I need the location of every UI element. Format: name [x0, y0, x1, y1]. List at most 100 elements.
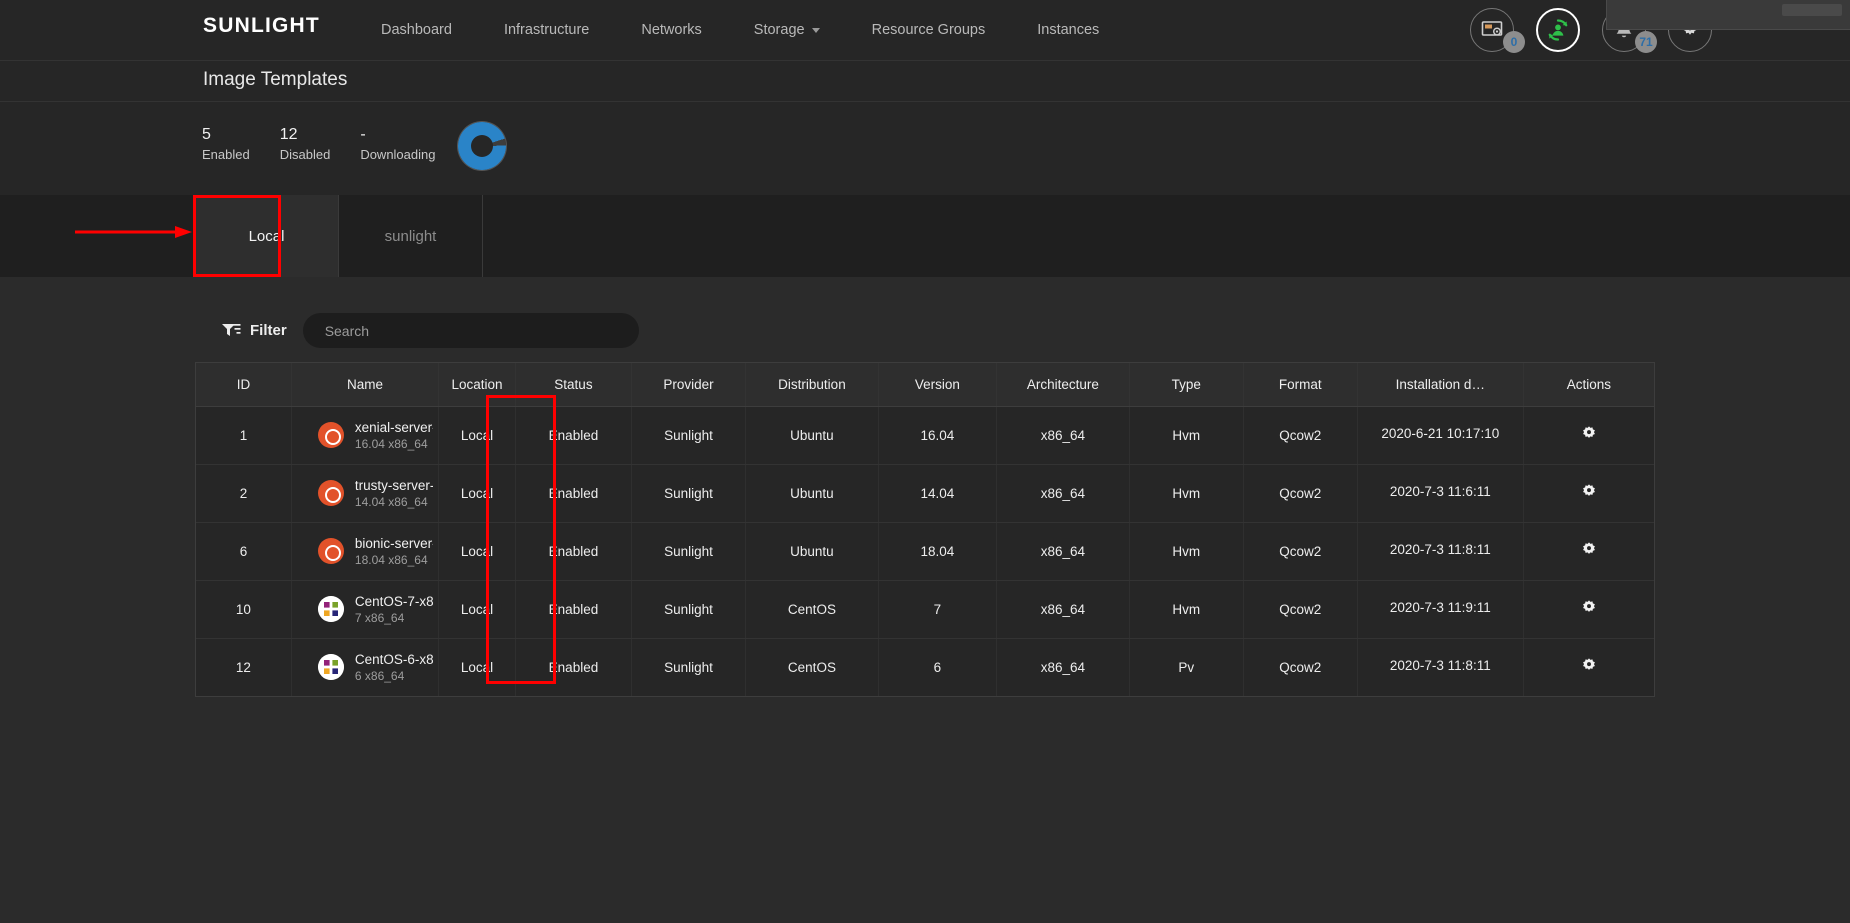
nav-label: Resource Groups — [871, 22, 986, 38]
cell-format: Qcow2 — [1243, 464, 1358, 523]
cell-architecture: x86_64 — [996, 580, 1130, 639]
template-name: xenial-server-c — [354, 419, 433, 435]
cell-provider: Sunlight — [631, 580, 747, 639]
chevron-down-icon — [811, 27, 820, 33]
cell-version: 16.04 — [878, 406, 998, 465]
installation-date-text: 2020-7-3 11:8:11 — [1389, 542, 1491, 557]
user-sync-button[interactable] — [1536, 8, 1580, 52]
cell-name: CentOS-6-x86 6 x86_64 — [291, 638, 440, 696]
cell-actions[interactable] — [1523, 406, 1654, 465]
status-donut-chart — [458, 122, 506, 170]
centos-logo-icon — [317, 596, 344, 622]
nav-item-infrastructure[interactable]: Infrastructure — [478, 0, 615, 61]
tab-local[interactable]: Local — [195, 195, 339, 277]
cell-location: Local — [438, 638, 516, 696]
stat-value: 5 — [202, 126, 211, 143]
template-subtitle: 16.04 x86_64 — [354, 436, 428, 451]
row-actions-gear-icon[interactable] — [1580, 541, 1598, 559]
cell-actions[interactable] — [1523, 638, 1654, 696]
tabs-group: Local sunlight — [195, 195, 483, 277]
nav-item-storage[interactable]: Storage — [728, 0, 846, 61]
nav-label: Instances — [1037, 22, 1100, 38]
cell-version: 6 — [878, 638, 998, 696]
cell-name: CentOS-7-x86 7 x86_64 — [291, 580, 440, 639]
table-header: ID Name Location Status Provider Distrib… — [196, 363, 1654, 407]
nav-item-instances[interactable]: Instances — [1011, 0, 1125, 61]
templates-table: ID Name Location Status Provider Distrib… — [196, 363, 1654, 696]
table-toolbar: Filter — [222, 313, 639, 348]
cell-id: 1 — [196, 406, 292, 465]
nav-item-dashboard[interactable]: Dashboard — [355, 0, 478, 61]
top-navigation-bar: SUNLIGHT Dashboard Infrastructure Networ… — [0, 0, 1850, 61]
main-nav-links: Dashboard Infrastructure Networks Storag… — [355, 0, 1125, 61]
column-header-distribution[interactable]: Distribution — [745, 363, 879, 407]
column-header-name[interactable]: Name — [291, 363, 440, 407]
browser-overlay-field — [1782, 4, 1842, 16]
nav-item-networks[interactable]: Networks — [615, 0, 727, 61]
filter-label: Filter — [250, 322, 287, 339]
cell-distribution: Ubuntu — [745, 522, 879, 581]
stat-value: 12 — [279, 126, 298, 143]
template-name: CentOS-7-x86 — [354, 593, 433, 609]
installation-date-text: 2020-7-3 11:6:11 — [1389, 484, 1491, 499]
row-actions-gear-icon[interactable] — [1580, 657, 1598, 675]
cell-format: Qcow2 — [1243, 638, 1358, 696]
cell-architecture: x86_64 — [996, 522, 1130, 581]
browser-overlay-strip — [1606, 0, 1850, 30]
cell-provider: Sunlight — [631, 464, 747, 523]
cell-id: 6 — [196, 522, 292, 581]
console-screen-button[interactable]: 0 — [1470, 8, 1525, 53]
stat-disabled: 12 Disabled — [280, 124, 331, 164]
column-header-id[interactable]: ID — [196, 363, 292, 407]
table-body: 1xenial-server-c16.04 x86_64LocalEnabled… — [196, 406, 1654, 696]
row-actions-gear-icon[interactable] — [1580, 599, 1598, 617]
installation-date-text: 2020-7-3 11:9:11 — [1389, 600, 1491, 615]
cell-actions[interactable] — [1523, 522, 1654, 581]
installation-date-text: 2020-7-3 11:8:11 — [1389, 658, 1491, 674]
cell-provider: Sunlight — [631, 522, 747, 581]
table-row[interactable]: 2 trusty-server-c 14.04 x86_64 Local Enabled… — [196, 464, 1654, 523]
table-row[interactable]: 12 CentOS-6-x86 6 x86_64 Local Enabled Sunlig… — [196, 638, 1654, 696]
nav-label: Dashboard — [381, 22, 452, 38]
cell-status: Enabled — [515, 406, 633, 465]
tabs-bar: Local sunlight — [0, 195, 1850, 277]
nav-item-resource-groups[interactable]: Resource Groups — [846, 0, 1012, 61]
tab-sunlight[interactable]: sunlight — [339, 195, 483, 277]
table-row[interactable]: 10 CentOS-7-x86 7 x86_64 Local Enabled Sunlig… — [196, 580, 1654, 639]
table-row[interactable]: 6 bionic-server- 18.04 x86_64 Local Enabled S… — [196, 522, 1654, 581]
cell-architecture: x86_64 — [996, 406, 1130, 465]
cell-installation-date: 2020-7-3 11:8:11 — [1357, 638, 1524, 696]
column-header-architecture[interactable]: Architecture — [996, 363, 1130, 407]
table-row[interactable]: 1xenial-server-c16.04 x86_64LocalEnabled… — [196, 406, 1654, 465]
column-header-format[interactable]: Format — [1243, 363, 1358, 407]
cell-architecture: x86_64 — [996, 464, 1130, 523]
cell-name: bionic-server- 18.04 x86_64 — [291, 522, 440, 581]
column-header-installation-date[interactable]: Installation d… — [1357, 363, 1524, 407]
column-header-location[interactable]: Location — [438, 363, 516, 407]
cell-format: Qcow2 — [1243, 522, 1358, 581]
search-input[interactable] — [302, 313, 639, 348]
cell-location: Local — [438, 580, 516, 639]
row-actions-gear-icon[interactable] — [1580, 483, 1598, 501]
cell-actions[interactable] — [1523, 580, 1654, 639]
cell-id: 2 — [196, 464, 292, 523]
stat-value: - — [360, 126, 366, 143]
cell-location: Local — [438, 464, 516, 523]
brand-logo[interactable]: SUNLIGHT — [203, 14, 320, 38]
cell-id: 12 — [196, 638, 292, 696]
template-subtitle: 6 x86_64 — [354, 668, 405, 683]
row-actions-gear-icon[interactable] — [1580, 425, 1598, 443]
app-root: SUNLIGHT Dashboard Infrastructure Networ… — [0, 0, 1850, 923]
column-header-provider[interactable]: Provider — [631, 363, 747, 407]
template-subtitle: 7 x86_64 — [354, 610, 405, 625]
table-header-row: ID Name Location Status Provider Distrib… — [196, 363, 1654, 407]
cell-actions[interactable] — [1523, 464, 1654, 523]
cell-format: Qcow2 — [1243, 580, 1358, 639]
filter-button[interactable]: Filter — [222, 322, 287, 339]
cell-status: Enabled — [515, 638, 633, 696]
column-header-version[interactable]: Version — [878, 363, 998, 407]
tab-label: sunlight — [384, 227, 437, 245]
column-header-status[interactable]: Status — [515, 363, 633, 407]
centos-logo-icon — [317, 654, 344, 681]
column-header-type[interactable]: Type — [1129, 363, 1244, 407]
